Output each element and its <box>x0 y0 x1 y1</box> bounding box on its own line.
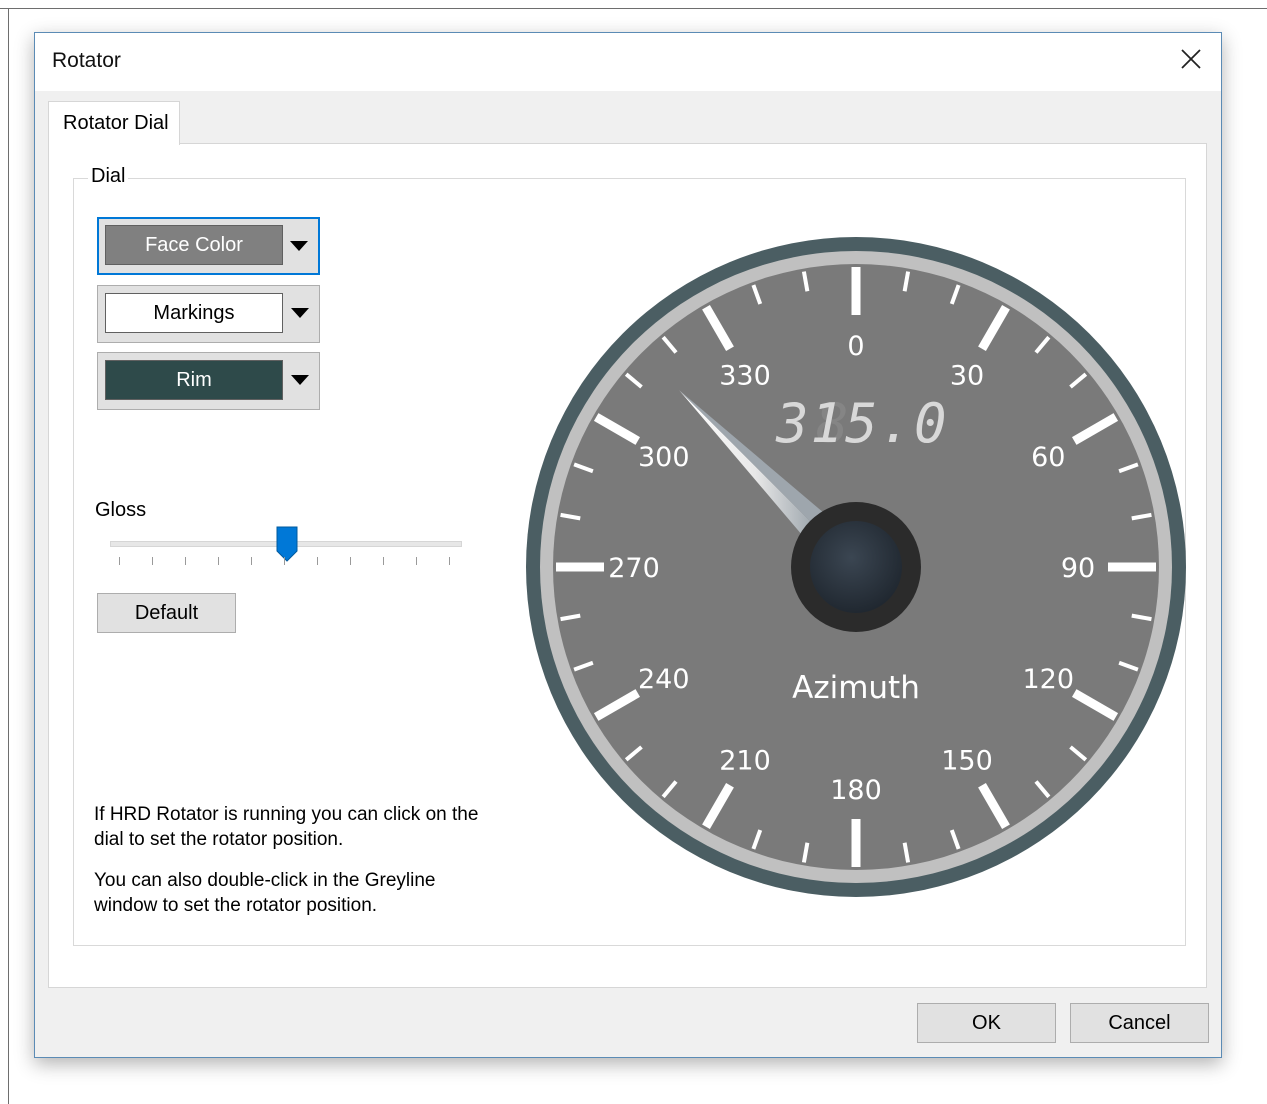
dial-scale-label: 270 <box>608 553 660 584</box>
tab-page: Dial Face Color Markings Rim Gloss Defau… <box>48 143 1207 988</box>
face-color-picker[interactable]: Face Color <box>97 217 320 275</box>
dial-groupbox: Dial Face Color Markings Rim Gloss Defau… <box>73 165 1186 946</box>
dial-hub <box>810 521 902 613</box>
rim-color-picker[interactable]: Rim <box>97 352 320 410</box>
default-button-label: Default <box>134 601 199 624</box>
default-button[interactable]: Default <box>97 593 236 633</box>
chevron-down-icon <box>290 241 308 251</box>
dial-scale-label: 120 <box>1022 664 1074 695</box>
help-text-click-dial: If HRD Rotator is running you can click … <box>94 804 479 850</box>
gloss-tick <box>416 557 417 565</box>
face-color-swatch: Face Color <box>105 225 283 265</box>
dial-scale-label: 300 <box>638 442 690 473</box>
gloss-tick <box>284 557 285 565</box>
dial-scale-label: 90 <box>1061 553 1095 584</box>
gloss-tick <box>152 557 153 565</box>
tab-rotator-dial[interactable]: Rotator Dial <box>48 101 180 145</box>
dial-scale-label: 210 <box>719 745 771 776</box>
dial-scale-label: 60 <box>1031 442 1065 473</box>
digital-readout: 315.0 <box>775 392 949 455</box>
dial-scale-label: 30 <box>950 361 984 392</box>
gloss-label: Gloss <box>95 499 147 521</box>
rotator-dialog: Rotator Rotator Dial Dial Face Color Mar… <box>34 32 1222 1058</box>
gloss-tick <box>350 557 351 565</box>
rim-color-label: Rim <box>176 368 212 391</box>
dial-group-label: Dial <box>88 165 129 188</box>
face-color-label: Face Color <box>145 233 243 256</box>
help-text-double-click: You can also double-click in the Greylin… <box>94 870 436 916</box>
ok-button-label: OK <box>972 1011 1001 1034</box>
screenshot-border-left <box>8 8 9 1104</box>
screenshot-border-top <box>0 8 1267 9</box>
rim-color-swatch: Rim <box>105 360 283 400</box>
dial-scale-label: 0 <box>847 331 864 362</box>
gloss-tick <box>251 557 252 565</box>
gloss-tick <box>119 557 120 565</box>
tab-rotator-dial-label: Rotator Dial <box>63 112 169 134</box>
dial-scale-label: 180 <box>830 775 882 806</box>
cancel-button[interactable]: Cancel <box>1070 1003 1209 1043</box>
dial-caption: Azimuth <box>792 670 920 706</box>
markings-color-label: Markings <box>153 301 235 324</box>
chevron-down-icon <box>291 375 309 385</box>
dial-scale-label: 240 <box>638 664 690 695</box>
gloss-tick <box>218 557 219 565</box>
chevron-down-icon <box>291 308 309 318</box>
markings-color-swatch: Markings <box>105 293 283 333</box>
title-bar: Rotator <box>35 33 1221 91</box>
gloss-tick <box>383 557 384 565</box>
markings-color-picker[interactable]: Markings <box>97 285 320 343</box>
gloss-tick <box>185 557 186 565</box>
gloss-slider-ticks <box>119 557 459 569</box>
close-icon <box>1181 49 1201 69</box>
cancel-button-label: Cancel <box>1108 1011 1171 1034</box>
ok-button[interactable]: OK <box>917 1003 1056 1043</box>
window-title: Rotator <box>52 49 121 72</box>
gloss-tick <box>449 557 450 565</box>
gloss-tick <box>317 557 318 565</box>
dial-scale-label: 330 <box>719 361 771 392</box>
close-button[interactable] <box>1161 33 1221 89</box>
dial-scale-label: 150 <box>941 745 993 776</box>
azimuth-dial[interactable]: 0306090120150180210240270300330 8 315.0 … <box>526 237 1186 897</box>
